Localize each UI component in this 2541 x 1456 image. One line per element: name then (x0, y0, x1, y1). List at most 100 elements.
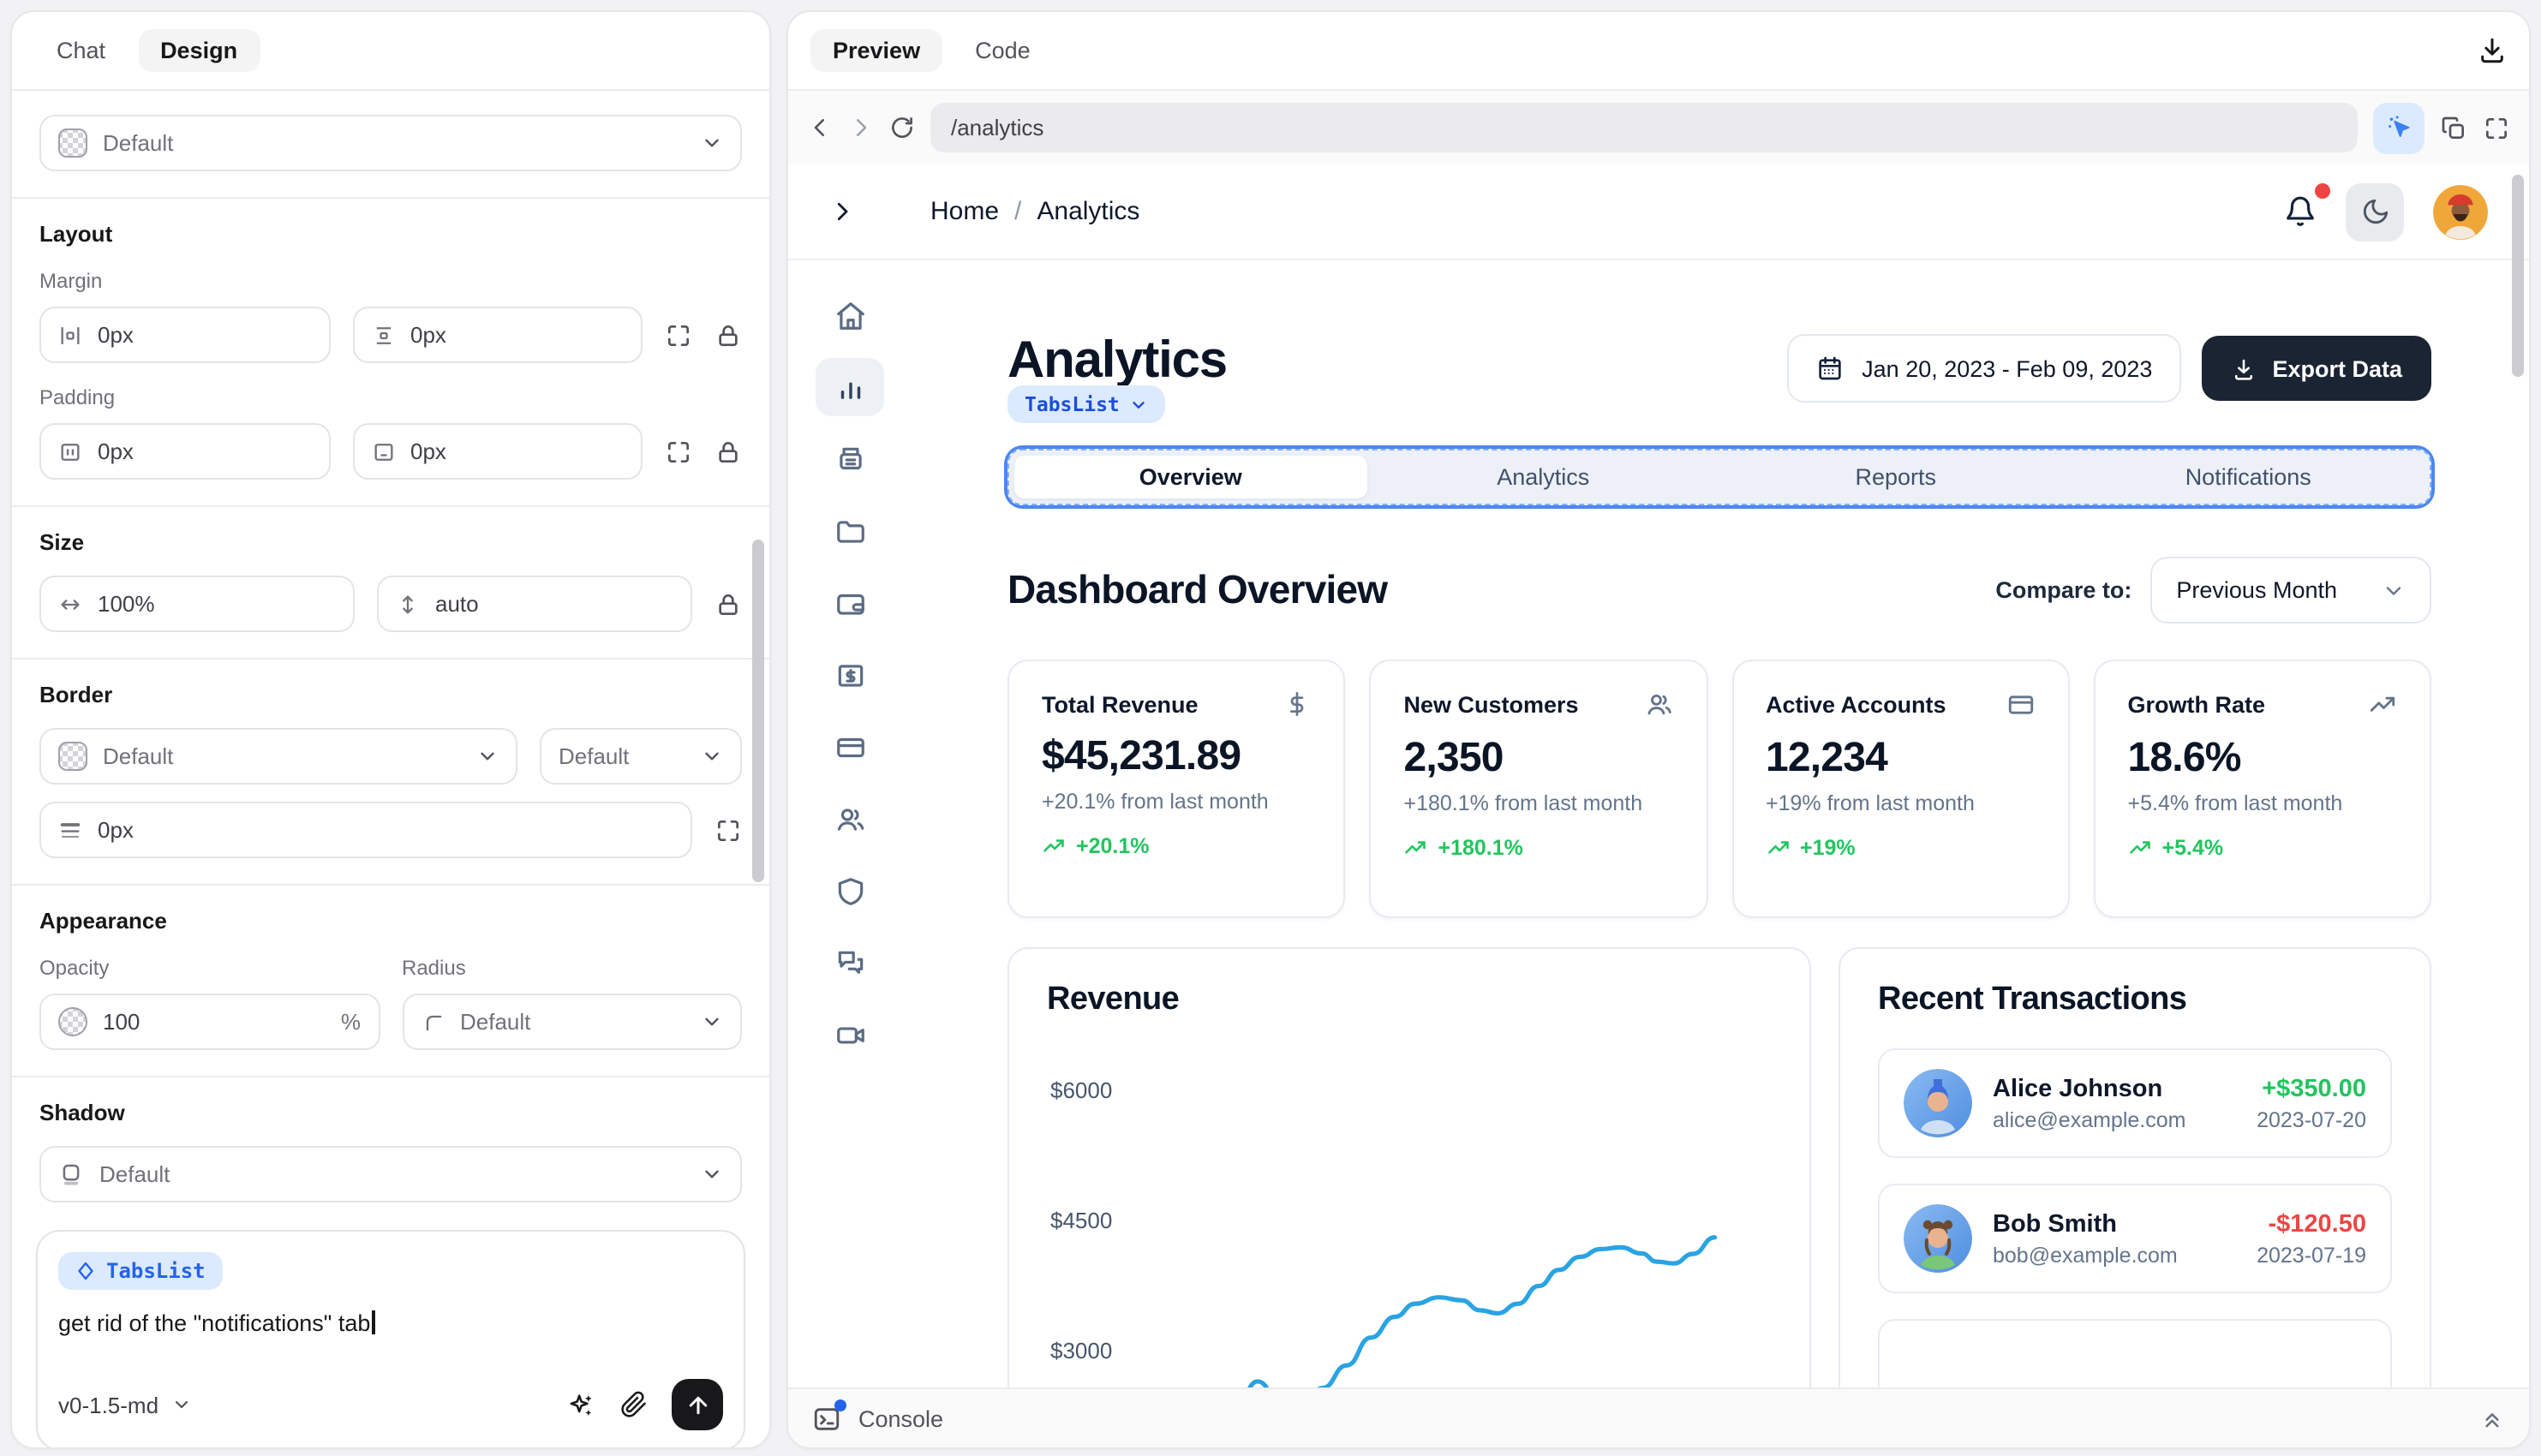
sparkles-icon[interactable] (567, 1390, 596, 1419)
component-style-select[interactable]: Default (39, 115, 742, 171)
radius-select[interactable]: Default (402, 994, 742, 1050)
percent-suffix: % (341, 1009, 361, 1035)
theme-toggle-button[interactable] (2346, 182, 2404, 241)
chevrons-up-icon[interactable] (2479, 1405, 2505, 1431)
back-icon[interactable] (807, 115, 833, 140)
margin-x-input[interactable]: 0px (39, 307, 330, 363)
model-select[interactable]: v0-1.5-md (58, 1392, 191, 1417)
design-panel-header: Chat Design (12, 12, 769, 91)
chevron-down-icon (701, 745, 723, 767)
right-panel-scrollbar[interactable] (2512, 175, 2524, 377)
console-bar[interactable]: Console (788, 1387, 2529, 1447)
padding-x-input[interactable]: 0px (39, 423, 330, 480)
console-activity-dot (834, 1399, 846, 1411)
padding-y-input[interactable]: 0px (352, 423, 643, 480)
sidebar-item-security-icon[interactable] (816, 862, 884, 920)
breadcrumb-home[interactable]: Home (930, 197, 999, 226)
tab-analytics[interactable]: Analytics (1367, 456, 1720, 498)
transparent-swatch-icon (58, 742, 87, 771)
forward-icon[interactable] (848, 115, 874, 140)
stat-card-active-accounts: Active Accounts 12,234 +19% from last mo… (1731, 659, 2070, 918)
moon-icon (2360, 197, 2389, 226)
tab-chat[interactable]: Chat (34, 29, 128, 72)
expand-values-icon[interactable] (665, 321, 692, 349)
transaction-amount: -$120.50 (2257, 1210, 2366, 1238)
component-diamond-icon (75, 1261, 96, 1281)
paperclip-icon[interactable] (620, 1391, 648, 1418)
console-label: Console (858, 1405, 943, 1431)
expand-values-icon[interactable] (665, 438, 692, 465)
tab-preview[interactable]: Preview (810, 29, 942, 72)
dollar-icon (1284, 690, 1312, 718)
credit-card-icon (2006, 690, 2036, 719)
lock-icon[interactable] (714, 321, 742, 349)
sidebar-item-wallet-icon[interactable] (816, 574, 884, 632)
design-panel: Chat Design Default Layout Margin 0px 0p… (10, 10, 771, 1449)
user-avatar[interactable] (2433, 184, 2488, 239)
v0-workspace: Chat Design Default Layout Margin 0px 0p… (0, 0, 2541, 1456)
tabs-list: Overview Analytics Reports Notifications (1007, 449, 2431, 505)
expand-values-icon[interactable] (714, 816, 742, 844)
tab-notifications[interactable]: Notifications (2072, 456, 2425, 498)
notifications-bell-icon[interactable] (2284, 195, 2317, 228)
lock-icon[interactable] (714, 590, 742, 618)
sidebar-item-video-icon[interactable] (816, 1005, 884, 1064)
sidebar-toggle-icon[interactable] (829, 199, 855, 224)
download-icon (2231, 355, 2257, 381)
sidebar-item-invoices-icon[interactable] (816, 430, 884, 488)
composer-input[interactable]: get rid of the "notifications" tab (58, 1310, 723, 1341)
width-input[interactable]: 100% (39, 576, 355, 632)
opacity-input[interactable]: 100 % (39, 994, 380, 1050)
margin-y-input[interactable]: 0px (352, 307, 643, 363)
revenue-card-title: Revenue (1047, 982, 1772, 1019)
fullscreen-icon[interactable] (2483, 114, 2510, 141)
height-input[interactable]: auto (377, 576, 692, 632)
border-width-icon (58, 818, 82, 842)
transaction-row[interactable]: Alice Johnson alice@example.com +$350.00… (1878, 1048, 2392, 1158)
breadcrumb-current: Analytics (1037, 197, 1139, 226)
padding-vertical-icon (371, 439, 395, 463)
preview-panel: Preview Code /analytics Home / Analytics (786, 10, 2531, 1449)
shadow-select[interactable]: Default (39, 1146, 742, 1202)
url-input[interactable]: /analytics (930, 103, 2358, 152)
sidebar-item-messages-icon[interactable] (816, 934, 884, 992)
app-header: Home / Analytics (788, 164, 2529, 260)
sidebar-item-cards-icon[interactable] (816, 718, 884, 776)
transaction-row[interactable]: Bob Smith bob@example.com -$120.50 2023-… (1878, 1184, 2392, 1293)
sidebar-item-analytics-icon[interactable] (816, 358, 884, 416)
lock-icon[interactable] (714, 438, 742, 465)
date-range-picker[interactable]: Jan 20, 2023 - Feb 09, 2023 (1786, 334, 2181, 403)
recent-transactions-card: Recent Transactions Alice Johnson alice@… (1838, 947, 2431, 1447)
tab-design[interactable]: Design (138, 29, 260, 72)
download-icon[interactable] (2478, 36, 2507, 65)
chevron-down-icon (1130, 395, 1149, 414)
tab-overview[interactable]: Overview (1014, 456, 1367, 498)
compare-select[interactable]: Previous Month (2150, 557, 2431, 624)
send-button[interactable] (672, 1379, 723, 1430)
selection-badge[interactable]: TabsList (1007, 385, 1166, 423)
sidebar-item-billing-icon[interactable] (816, 646, 884, 704)
preview-panel-header: Preview Code (788, 12, 2529, 89)
transaction-date: 2023-07-19 (2257, 1243, 2366, 1267)
sidebar-item-folder-icon[interactable] (816, 502, 884, 560)
refresh-icon[interactable] (889, 115, 915, 140)
left-panel-scrollbar[interactable] (752, 540, 764, 882)
sidebar-item-home-icon[interactable] (816, 286, 884, 344)
border-width-input[interactable]: 0px (39, 802, 692, 858)
export-data-button[interactable]: Export Data (2202, 336, 2431, 401)
border-color-select[interactable]: Default (39, 728, 517, 785)
app-main: Analytics TabsList Jan 20, 2023 - Feb 09… (912, 260, 2529, 1447)
tabs-list-selected: Overview Analytics Reports Notifications (1007, 449, 2431, 505)
tab-code[interactable]: Code (953, 29, 1053, 72)
copy-icon[interactable] (2440, 114, 2467, 141)
chat-composer[interactable]: TabsList get rid of the "notifications" … (36, 1230, 745, 1449)
tab-reports[interactable]: Reports (1719, 456, 2072, 498)
avatar (1904, 1069, 1972, 1137)
selected-component-chip[interactable]: TabsList (58, 1252, 223, 1290)
sidebar-item-users-icon[interactable] (816, 790, 884, 848)
inspect-button[interactable] (2373, 102, 2424, 153)
chevron-down-icon (701, 1011, 723, 1033)
transactions-list: Alice Johnson alice@example.com +$350.00… (1878, 1048, 2392, 1427)
border-style-select[interactable]: Default (540, 728, 742, 785)
appearance-section-title: Appearance (39, 908, 742, 934)
